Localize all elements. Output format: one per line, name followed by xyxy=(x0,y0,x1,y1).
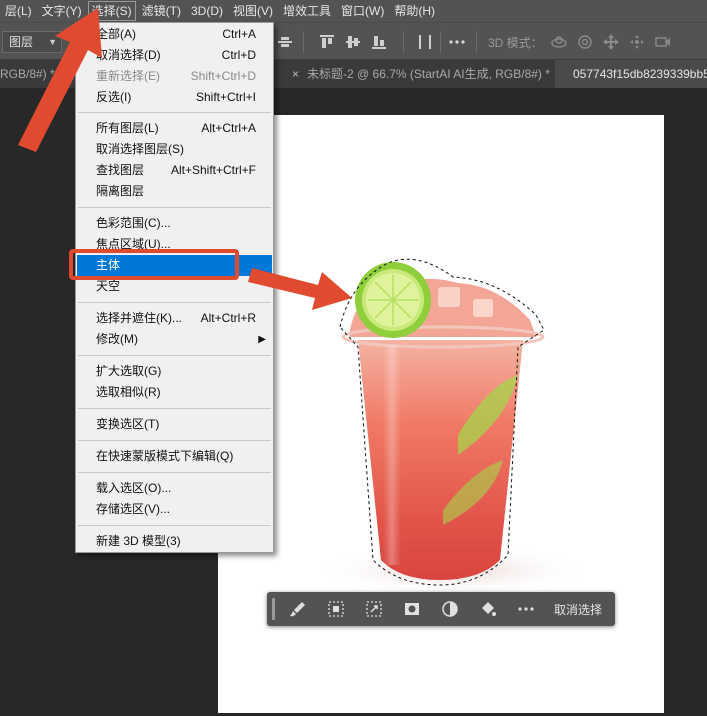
align-bottom-icon[interactable] xyxy=(370,33,388,51)
menu-item-deselect[interactable]: 取消选择(D) Ctrl+D xyxy=(77,45,272,66)
fill-bucket-icon[interactable] xyxy=(479,600,497,618)
menu-item-all-layers[interactable]: 所有图层(L) Alt+Ctrl+A xyxy=(77,118,272,139)
menu-item-subject[interactable]: 主体 xyxy=(77,255,272,276)
menu-item-transform-selection[interactable]: 变换选区(T) xyxy=(77,414,272,435)
menu-layer[interactable]: 层(L) xyxy=(0,0,37,22)
more-options-icon[interactable] xyxy=(517,600,535,618)
3d-slide-icon[interactable] xyxy=(628,33,646,51)
options-separator xyxy=(403,31,404,53)
menu-3d[interactable]: 3D(D) xyxy=(186,0,228,22)
brush-icon[interactable] xyxy=(289,600,307,618)
menu-item-sky[interactable]: 天空 xyxy=(77,276,272,297)
contextual-task-bar: 取消选择 xyxy=(267,592,615,626)
auto-select-target-value: 图层 xyxy=(9,35,34,49)
document-tab-label: 057743f15db8239339bb5 xyxy=(573,67,707,81)
menu-filter[interactable]: 滤镜(T) xyxy=(137,0,186,22)
menu-separator xyxy=(78,525,271,526)
menu-item-load-selection[interactable]: 载入选区(O)... xyxy=(77,478,272,499)
document-tab-label: RGB/8#) * xyxy=(0,67,55,81)
menu-plugins[interactable]: 增效工具 xyxy=(278,0,336,22)
options-separator xyxy=(440,31,441,53)
submenu-arrow-icon: ▶ xyxy=(258,334,266,345)
align-vertical-center-icon[interactable] xyxy=(276,33,294,51)
menu-item-grow[interactable]: 扩大选取(G) xyxy=(77,361,272,382)
transform-selection-icon[interactable] xyxy=(365,600,383,618)
menu-separator xyxy=(78,302,271,303)
document-tab-label: 未标题-2 @ 66.7% (StartAI AI生成, RGB/8#) * xyxy=(307,67,550,81)
3d-camera-icon[interactable] xyxy=(654,33,672,51)
align-top-icon[interactable] xyxy=(318,33,336,51)
menu-item-select-all[interactable]: 全部(A) Ctrl+A xyxy=(77,24,272,45)
document-tab[interactable]: × 未标题-2 @ 66.7% (StartAI AI生成, RGB/8#) * xyxy=(278,60,554,88)
menu-item-color-range[interactable]: 色彩范围(C)... xyxy=(77,213,272,234)
auto-select-target-dropdown[interactable]: 图层 ▼ xyxy=(2,31,62,53)
menu-item-find-layers[interactable]: 查找图层 Alt+Shift+Ctrl+F xyxy=(77,160,272,181)
3d-mode-label: 3D 模式： xyxy=(488,36,543,50)
more-options-icon[interactable] xyxy=(448,33,466,51)
menu-bar: 层(L) 文字(Y) 选择(S) 滤镜(T) 3D(D) 视图(V) 增效工具 … xyxy=(0,0,707,22)
menu-item-isolate-layers[interactable]: 隔离图层 xyxy=(77,181,272,202)
menu-separator xyxy=(78,408,271,409)
menu-item-new-3d-model[interactable]: 新建 3D 模型(3) xyxy=(77,531,272,552)
options-separator xyxy=(303,31,304,53)
menu-select[interactable]: 选择(S) xyxy=(87,0,137,22)
deselect-button[interactable]: 取消选择 xyxy=(554,601,602,618)
3d-orbit-icon[interactable] xyxy=(550,33,568,51)
menu-item-quick-mask[interactable]: 在快速蒙版模式下编辑(Q) xyxy=(77,446,272,467)
menu-separator xyxy=(78,440,271,441)
menu-separator xyxy=(78,472,271,473)
align-middle-icon[interactable] xyxy=(344,33,362,51)
menu-item-select-and-mask[interactable]: 选择并遮住(K)... Alt+Ctrl+R xyxy=(77,308,272,329)
close-icon[interactable]: × xyxy=(292,67,307,81)
menu-separator xyxy=(78,355,271,356)
menu-item-deselect-layers[interactable]: 取消选择图层(S) xyxy=(77,139,272,160)
menu-separator xyxy=(78,112,271,113)
document-tab-active[interactable]: 057743f15db8239339bb5 xyxy=(555,60,707,88)
options-separator xyxy=(476,31,477,53)
menu-item-inverse[interactable]: 反选(I) Shift+Ctrl+I xyxy=(77,87,272,108)
chevron-down-icon: ▼ xyxy=(48,37,57,47)
task-bar-drag-handle[interactable] xyxy=(272,598,275,620)
modify-selection-icon[interactable] xyxy=(327,600,345,618)
menu-item-modify[interactable]: 修改(M) ▶ xyxy=(77,329,272,350)
menu-help[interactable]: 帮助(H) xyxy=(389,0,440,22)
select-menu-dropdown: 全部(A) Ctrl+A 取消选择(D) Ctrl+D 重新选择(E) Shif… xyxy=(75,22,274,553)
3d-roll-icon[interactable] xyxy=(576,33,594,51)
document-tab[interactable]: RGB/8#) * xyxy=(0,60,58,88)
menu-item-reselect: 重新选择(E) Shift+Ctrl+D xyxy=(96,69,256,83)
menu-separator xyxy=(78,207,271,208)
menu-view[interactable]: 视图(V) xyxy=(228,0,278,22)
menu-type[interactable]: 文字(Y) xyxy=(37,0,87,22)
mask-icon[interactable] xyxy=(403,600,421,618)
menu-item-focus-area[interactable]: 焦点区域(U)... xyxy=(77,234,272,255)
menu-window[interactable]: 窗口(W) xyxy=(336,0,389,22)
menu-item-similar[interactable]: 选取相似(R) xyxy=(77,382,272,403)
adjustment-layer-icon[interactable] xyxy=(441,600,459,618)
menu-item-save-selection[interactable]: 存储选区(V)... xyxy=(77,499,272,520)
distribute-icon[interactable] xyxy=(416,33,434,51)
3d-pan-icon[interactable] xyxy=(602,33,620,51)
